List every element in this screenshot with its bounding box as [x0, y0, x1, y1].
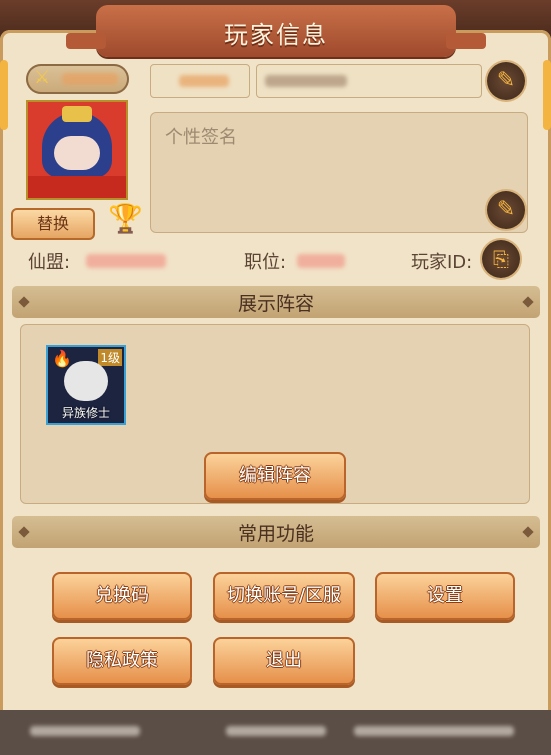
position-value-redacted	[297, 254, 345, 268]
player-name-pill: ⚔	[26, 64, 129, 94]
trophy-icon[interactable]: 🏆	[108, 202, 143, 235]
avatar[interactable]	[26, 100, 128, 200]
signature-box[interactable]: 个性签名	[150, 112, 528, 233]
panel-header: 玩家信息	[66, 5, 486, 57]
bottom-bar	[0, 710, 551, 755]
player-id-icon: ⎘	[493, 247, 509, 271]
side-bar-right	[543, 60, 551, 130]
bottom-info-redacted-2	[226, 726, 326, 736]
privacy-policy-button[interactable]: 隐私政策	[52, 637, 192, 685]
avatar-crown	[62, 106, 92, 122]
edit-icon: ✎	[496, 197, 516, 222]
sword-icon: ⚔	[34, 67, 51, 88]
hero-portrait	[64, 361, 108, 401]
player-id-label: 玩家ID:	[411, 252, 473, 273]
avatar-face	[54, 136, 100, 170]
alliance-label: 仙盟:	[28, 252, 71, 273]
alliance-value-redacted	[86, 254, 166, 268]
edit-lineup-button[interactable]: 编辑阵容	[204, 452, 346, 500]
redeem-code-button[interactable]: 兑换码	[52, 572, 192, 620]
logout-button[interactable]: 退出	[213, 637, 355, 685]
player-nickname-box[interactable]	[256, 64, 482, 98]
avatar-frame-base	[28, 176, 126, 198]
position-label: 职位:	[244, 252, 287, 273]
bottom-info-redacted-1	[30, 726, 140, 736]
switch-account-button[interactable]: 切换账号/区服	[213, 572, 355, 620]
hero-card[interactable]: 🔥 1级 异族修士	[46, 345, 126, 425]
lineup-section-title: 展示阵容	[237, 293, 314, 315]
functions-section-bar: 常用功能	[12, 516, 540, 548]
functions-section-title: 常用功能	[237, 523, 314, 545]
edit-signature-button[interactable]: ✎	[487, 191, 525, 229]
player-id-button[interactable]: ⎘	[482, 240, 520, 278]
edit-name-button[interactable]: ✎	[487, 62, 525, 100]
nickname-redacted	[265, 75, 347, 87]
edit-icon: ✎	[496, 68, 516, 93]
signature-placeholder: 个性签名	[165, 127, 237, 148]
hero-name: 异族修士	[61, 406, 110, 420]
lineup-section-bar: 展示阵容	[12, 286, 540, 318]
settings-button[interactable]: 设置	[375, 572, 515, 620]
player-name-redacted	[62, 73, 118, 85]
side-bar-left	[0, 60, 8, 130]
hero-level: 1级	[98, 349, 122, 366]
player-server-box	[150, 64, 250, 98]
bottom-info-redacted-3	[354, 726, 514, 736]
server-redacted	[179, 75, 229, 87]
page-title: 玩家信息	[224, 21, 328, 49]
fire-icon: 🔥	[52, 349, 72, 368]
swap-avatar-button[interactable]: 替换	[11, 208, 95, 240]
